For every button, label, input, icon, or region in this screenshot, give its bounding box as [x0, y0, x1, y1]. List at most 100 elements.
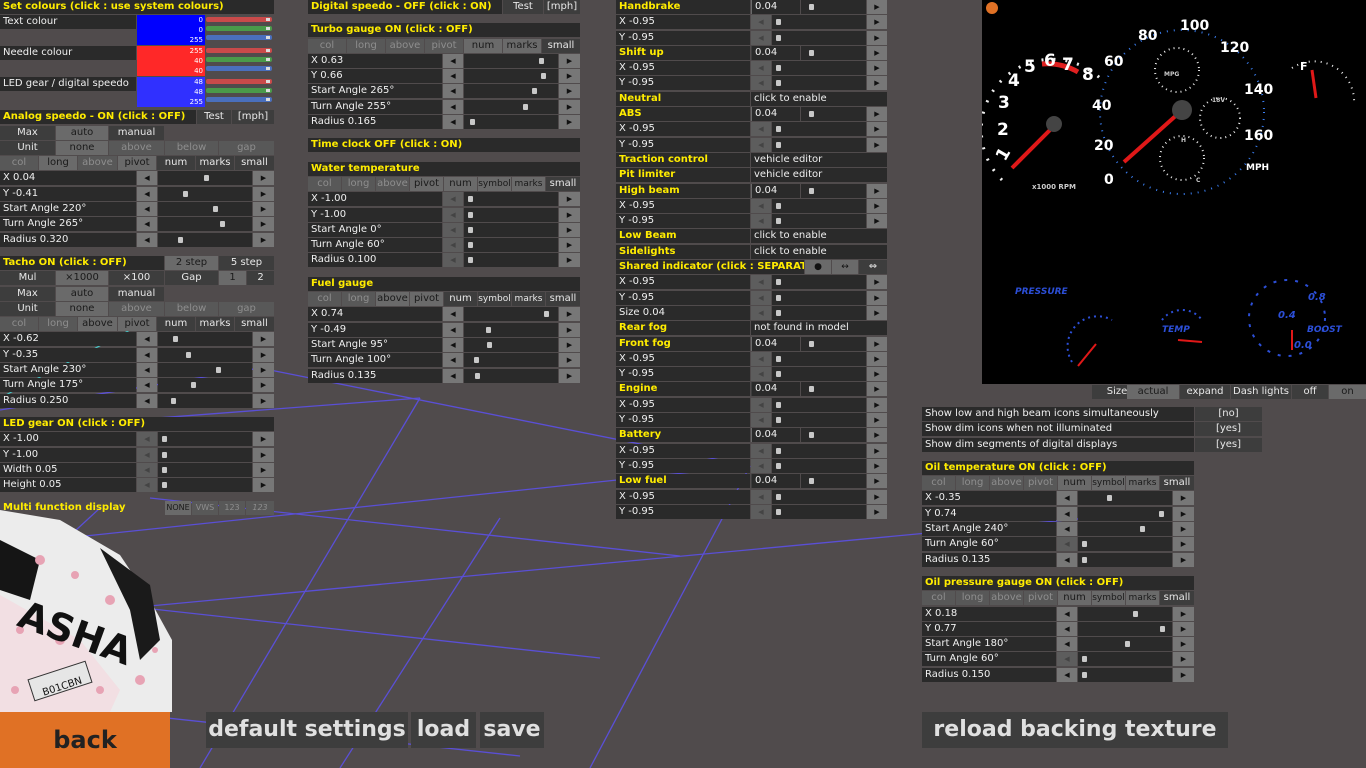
- dec-arrow[interactable]: ◀: [443, 192, 463, 207]
- dim-icons-value[interactable]: [yes]: [1195, 422, 1262, 437]
- dec-arrow[interactable]: ◀: [443, 222, 463, 237]
- inc-arrow[interactable]: ▶: [1173, 506, 1194, 521]
- load-button[interactable]: load: [411, 712, 476, 748]
- dec-arrow[interactable]: ◀: [1057, 506, 1077, 521]
- dec-arrow[interactable]: ◀: [137, 432, 157, 447]
- dec-arrow[interactable]: ◀: [137, 347, 157, 362]
- offset-slider[interactable]: [772, 443, 866, 458]
- oilpress-above-button[interactable]: above: [990, 591, 1023, 606]
- tacho-radius-slider[interactable]: [158, 393, 252, 408]
- dec-arrow[interactable]: ◀: [443, 53, 463, 68]
- led-green-slider[interactable]: [206, 88, 272, 94]
- shift-up-size-slider[interactable]: [801, 45, 866, 60]
- oiltemp-above-button[interactable]: above: [990, 476, 1023, 491]
- inc-arrow[interactable]: ▶: [559, 238, 580, 253]
- oilpress-long-button[interactable]: long: [956, 591, 989, 606]
- inc-arrow[interactable]: ▶: [253, 478, 274, 493]
- size-expand-button[interactable]: expand: [1180, 385, 1230, 399]
- dec-arrow[interactable]: ◀: [443, 307, 463, 322]
- offset-slider[interactable]: [772, 122, 866, 137]
- traction-status[interactable]: vehicle editor: [751, 152, 887, 167]
- sidelights-status[interactable]: click to enable: [751, 244, 887, 259]
- turbo-long-button[interactable]: long: [347, 38, 385, 53]
- oilpress-y-slider[interactable]: [1078, 621, 1172, 636]
- dec-arrow[interactable]: ◀: [137, 232, 157, 247]
- speedo-small-button[interactable]: small: [235, 156, 274, 171]
- fuel-symbol-button[interactable]: symbol: [478, 292, 511, 307]
- neutral-status[interactable]: click to enable: [751, 91, 887, 106]
- mfd-123-button[interactable]: 123: [219, 501, 245, 516]
- inc-arrow[interactable]: ▶: [867, 413, 887, 428]
- oiltemp-col-button[interactable]: col: [922, 476, 955, 491]
- tacho-x-slider[interactable]: [158, 332, 252, 347]
- inc-arrow[interactable]: ▶: [867, 107, 887, 122]
- speedo-marks-button[interactable]: marks: [196, 156, 234, 171]
- dec-arrow[interactable]: ◀: [751, 76, 771, 91]
- mfd-none-button[interactable]: NONE: [165, 501, 191, 516]
- water-small-button[interactable]: small: [546, 176, 580, 191]
- digital-test-button[interactable]: Test: [503, 0, 543, 14]
- water-pivot-button[interactable]: pivot: [410, 176, 443, 191]
- oiltemp-symbol-button[interactable]: symbol: [1092, 476, 1125, 491]
- inc-arrow[interactable]: ▶: [253, 217, 274, 232]
- inc-arrow[interactable]: ▶: [867, 214, 887, 229]
- dec-arrow[interactable]: ◀: [751, 214, 771, 229]
- inc-arrow[interactable]: ▶: [253, 378, 274, 393]
- dec-arrow[interactable]: ◀: [443, 99, 463, 114]
- turbo-small-button[interactable]: small: [542, 38, 580, 53]
- offset-slider[interactable]: [772, 397, 866, 412]
- water-start-angle-slider[interactable]: [464, 222, 558, 237]
- text-green-slider[interactable]: [206, 26, 272, 32]
- inc-arrow[interactable]: ▶: [867, 290, 887, 305]
- inc-arrow[interactable]: ▶: [1173, 637, 1194, 652]
- tacho-y-slider[interactable]: [158, 347, 252, 362]
- oilpress-radius-slider[interactable]: [1078, 667, 1172, 682]
- inc-arrow[interactable]: ▶: [1173, 606, 1194, 621]
- dec-arrow[interactable]: ◀: [751, 504, 771, 519]
- water-temp-title[interactable]: Water temperature: [308, 161, 580, 176]
- mul-x1000-button[interactable]: ×1000: [56, 271, 108, 286]
- fuel-num-button[interactable]: num: [444, 292, 477, 307]
- max-manual-button[interactable]: manual: [109, 125, 164, 140]
- inc-arrow[interactable]: ▶: [867, 382, 887, 397]
- led-gear-toggle[interactable]: LED gear ON (click : OFF): [0, 416, 274, 431]
- inc-arrow[interactable]: ▶: [867, 336, 887, 351]
- speedo-above-button[interactable]: above: [78, 156, 117, 171]
- dec-arrow[interactable]: ◀: [1057, 552, 1077, 567]
- fuel-start-angle-slider[interactable]: [464, 337, 558, 352]
- oiltemp-radius-slider[interactable]: [1078, 552, 1172, 567]
- dec-arrow[interactable]: ◀: [443, 115, 463, 130]
- text-red-slider[interactable]: [206, 17, 272, 23]
- turbo-marks-button[interactable]: marks: [503, 38, 541, 53]
- back-button[interactable]: back: [0, 712, 170, 768]
- inc-arrow[interactable]: ▶: [1173, 537, 1194, 552]
- inc-arrow[interactable]: ▶: [559, 322, 580, 337]
- offset-slider[interactable]: [772, 367, 866, 382]
- inc-arrow[interactable]: ▶: [1173, 552, 1194, 567]
- reload-backing-texture-button[interactable]: reload backing texture: [922, 712, 1228, 748]
- dec-arrow[interactable]: ◀: [751, 351, 771, 366]
- dec-arrow[interactable]: ◀: [751, 30, 771, 45]
- analog-speedo-toggle[interactable]: Analog speedo - ON (click : OFF): [0, 110, 196, 125]
- offset-slider[interactable]: [772, 61, 866, 76]
- inc-arrow[interactable]: ▶: [253, 447, 274, 462]
- inc-arrow[interactable]: ▶: [867, 45, 887, 60]
- left-right-arrow-icon[interactable]: ↔: [832, 260, 858, 275]
- offset-slider[interactable]: [772, 489, 866, 504]
- mul-x100-button[interactable]: ×100: [109, 271, 164, 286]
- dash-lights-on-button[interactable]: on: [1329, 385, 1366, 399]
- shared-indicator-toggle[interactable]: Shared indicator (click : SEPARATE): [616, 260, 804, 275]
- low-high-beam-value[interactable]: [no]: [1195, 407, 1262, 421]
- max-auto-button[interactable]: auto: [56, 125, 108, 140]
- fuel-radius-slider[interactable]: [464, 368, 558, 383]
- speedo-y-slider[interactable]: [158, 186, 252, 201]
- unit-none-button[interactable]: none: [56, 140, 108, 155]
- engine-size-slider[interactable]: [801, 382, 866, 397]
- dec-arrow[interactable]: ◀: [443, 69, 463, 84]
- dec-arrow[interactable]: ◀: [443, 322, 463, 337]
- dec-arrow[interactable]: ◀: [1057, 522, 1077, 537]
- turbo-pivot-button[interactable]: pivot: [425, 38, 463, 53]
- tacho-turn-angle-slider[interactable]: [158, 378, 252, 393]
- offset-slider[interactable]: [772, 275, 866, 290]
- led-height-slider[interactable]: [158, 478, 252, 493]
